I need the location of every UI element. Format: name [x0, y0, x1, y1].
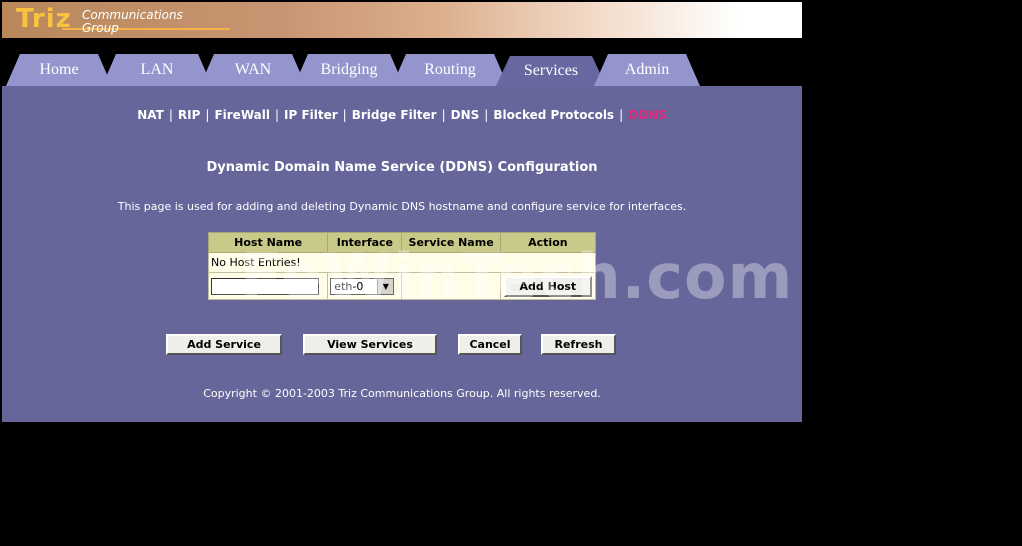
subnav-separator: | — [274, 108, 279, 122]
interface-select[interactable]: eth-0 ▼ — [330, 277, 395, 295]
host-name-cell — [207, 272, 329, 300]
interface-cell: eth-0 ▼ — [327, 272, 403, 300]
column-header-host-name: Host Name — [207, 232, 329, 253]
view-services-button[interactable]: View Services — [303, 334, 437, 355]
refresh-button[interactable]: Refresh — [541, 334, 616, 355]
column-header-interface: Interface — [327, 232, 403, 253]
subnav-bridge-filter[interactable]: Bridge Filter — [352, 108, 437, 122]
dropdown-arrow-icon[interactable]: ▼ — [377, 278, 394, 294]
host-table: Host Name Interface Service Name Action … — [207, 232, 597, 300]
subnav-firewall[interactable]: FireWall — [214, 108, 270, 122]
table-row: eth-0 ▼ Add Host — [207, 272, 597, 300]
subnav-separator: | — [205, 108, 210, 122]
table-header-row: Host Name Interface Service Name Action — [207, 232, 597, 253]
action-cell: Add Host — [499, 272, 597, 300]
service-name-cell — [401, 272, 501, 300]
header-banner: Triz Communications Group — [2, 2, 802, 38]
subnav-nat[interactable]: NAT — [137, 108, 164, 122]
column-header-action: Action — [499, 232, 597, 253]
page-description: This page is used for adding and deletin… — [117, 200, 687, 213]
logo-subtitle-line2: Group — [82, 21, 119, 35]
subnav-separator: | — [484, 108, 489, 122]
cancel-button[interactable]: Cancel — [458, 334, 522, 355]
tab-routing[interactable]: Routing — [392, 54, 508, 86]
content-panel: NAT | RIP | FireWall | IP Filter | Bridge Filter… — [2, 86, 802, 422]
add-service-button[interactable]: Add Service — [166, 334, 282, 355]
tab-admin[interactable]: Admin — [594, 54, 700, 86]
subnav-ddns[interactable]: DDNS — [628, 108, 667, 122]
tab-home[interactable]: Home — [6, 54, 112, 86]
main-tab-bar: Home LAN WAN Bridging Routing Services A… — [2, 38, 802, 86]
subnav-separator: | — [441, 108, 446, 122]
logo-subtitle-line1: Communications — [82, 8, 183, 22]
subnav-separator: | — [619, 108, 624, 122]
subnav-separator: | — [342, 108, 347, 122]
services-subnav: NAT | RIP | FireWall | IP Filter | Bridge Filter… — [2, 108, 802, 122]
host-name-input[interactable] — [211, 277, 319, 295]
subnav-blocked-protocols[interactable]: Blocked Protocols — [493, 108, 614, 122]
subnav-separator: | — [168, 108, 173, 122]
subnav-ip-filter[interactable]: IP Filter — [284, 108, 338, 122]
app-frame: Triz Communications Group Home LAN WAN B… — [0, 0, 802, 422]
page-title: Dynamic Domain Name Service (DDNS) Confi… — [206, 160, 598, 175]
copyright-notice: Copyright © 2001-2003 Triz Communication… — [203, 387, 601, 400]
subnav-dns[interactable]: DNS — [451, 108, 480, 122]
tab-bridging[interactable]: Bridging — [294, 54, 404, 86]
add-host-button[interactable]: Add Host — [503, 275, 592, 297]
tab-wan[interactable]: WAN — [200, 54, 306, 86]
interface-select-value: eth-0 — [334, 279, 364, 293]
empty-message: No Host Entries! — [208, 252, 596, 273]
tab-services[interactable]: Services — [496, 56, 606, 86]
tab-lan[interactable]: LAN — [102, 54, 212, 86]
column-header-service-name: Service Name — [401, 232, 501, 253]
subnav-rip[interactable]: RIP — [178, 108, 201, 122]
table-row: No Host Entries! — [208, 252, 596, 273]
